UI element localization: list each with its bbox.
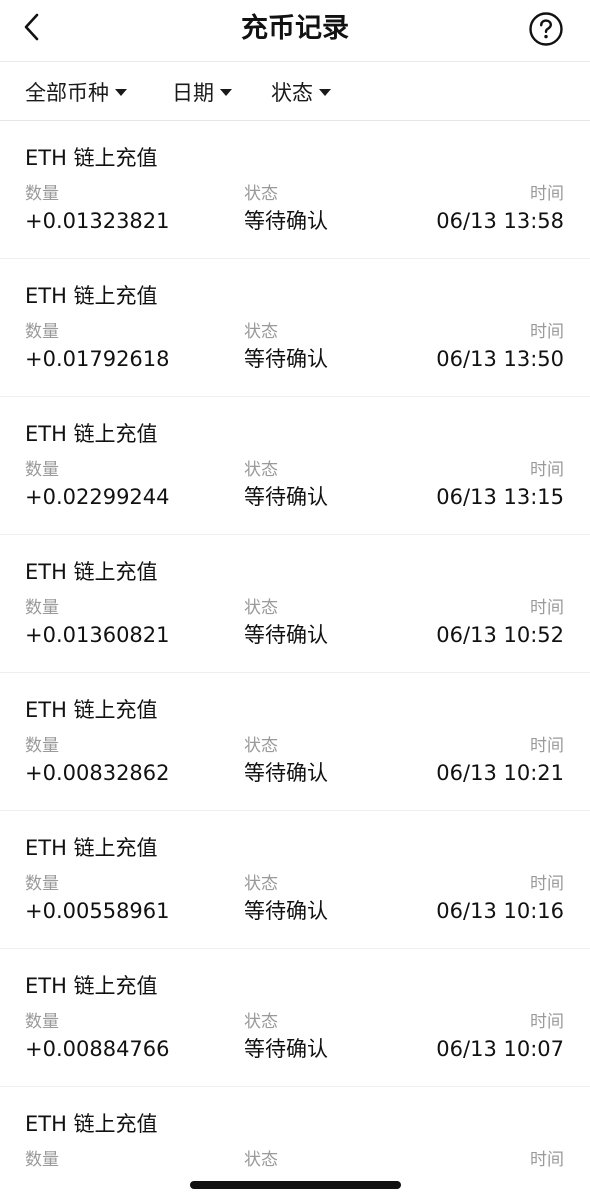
record-item[interactable]: ETH 链上充值 数量 状态 时间 +0.01360821 等待确认 06/13… <box>0 535 590 673</box>
amount-value: +0.00884766 <box>25 1037 170 1061</box>
deposit-history-screen: 充币记录 全部币种 日期 状态 ETH 链上充值 数量 状态 时间 +0.013… <box>0 0 590 1200</box>
amount-label: 数量 <box>25 184 59 204</box>
status-label: 状态 <box>244 1012 278 1032</box>
time-value: 06/13 13:15 <box>436 485 564 509</box>
record-item[interactable]: ETH 链上充值 数量 状态 时间 +0.01792618 等待确认 06/13… <box>0 259 590 397</box>
time-value: 06/13 10:52 <box>436 623 564 647</box>
record-item[interactable]: ETH 链上充值 数量 状态 时间 +0.00884766 等待确认 06/13… <box>0 949 590 1087</box>
amount-value: +0.00832862 <box>25 761 170 785</box>
status-value: 等待确认 <box>244 347 328 371</box>
amount-label: 数量 <box>25 598 59 618</box>
filter-currency[interactable]: 全部币种 <box>25 76 127 108</box>
caret-down-icon <box>319 88 331 96</box>
filter-label: 日期 <box>172 81 214 105</box>
record-item[interactable]: ETH 链上充值 数量 状态 时间 +0.00832862 等待确认 06/13… <box>0 673 590 811</box>
record-item[interactable]: ETH 链上充值 数量 状态 时间 +0.02299244 等待确认 06/13… <box>0 397 590 535</box>
time-label: 时间 <box>530 874 564 894</box>
amount-value: +0.01323821 <box>25 209 170 233</box>
time-label: 时间 <box>530 460 564 480</box>
time-label: 时间 <box>530 184 564 204</box>
time-value: 06/13 13:50 <box>436 347 564 371</box>
time-value: 06/13 10:16 <box>436 899 564 923</box>
status-value: 等待确认 <box>244 485 328 509</box>
record-title: ETH 链上充值 <box>25 284 158 308</box>
time-label: 时间 <box>530 736 564 756</box>
amount-value: +0.01360821 <box>25 623 170 647</box>
status-label: 状态 <box>244 1150 278 1170</box>
filter-status[interactable]: 状态 <box>271 76 331 108</box>
status-label: 状态 <box>244 460 278 480</box>
amount-label: 数量 <box>25 874 59 894</box>
status-value: 等待确认 <box>244 209 328 233</box>
status-label: 状态 <box>244 874 278 894</box>
record-item[interactable]: ETH 链上充值 数量 状态 时间 +0.00558961 等待确认 06/13… <box>0 811 590 949</box>
amount-label: 数量 <box>25 736 59 756</box>
amount-label: 数量 <box>25 1150 59 1170</box>
caret-down-icon <box>220 88 232 96</box>
time-label: 时间 <box>530 598 564 618</box>
amount-value: +0.00558961 <box>25 899 170 923</box>
record-title: ETH 链上充值 <box>25 1112 158 1136</box>
status-value: 等待确认 <box>244 623 328 647</box>
status-label: 状态 <box>244 736 278 756</box>
amount-value: +0.01792618 <box>25 347 170 371</box>
time-value: 06/13 13:58 <box>436 209 564 233</box>
help-button[interactable] <box>526 11 566 51</box>
status-label: 状态 <box>244 598 278 618</box>
caret-down-icon <box>115 88 127 96</box>
question-circle-icon <box>528 11 564 51</box>
filter-label: 状态 <box>271 81 313 105</box>
record-title: ETH 链上充值 <box>25 698 158 722</box>
record-title: ETH 链上充值 <box>25 974 158 998</box>
time-label: 时间 <box>530 1150 564 1170</box>
record-item[interactable]: ETH 链上充值 数量 状态 时间 +0.01323821 等待确认 06/13… <box>0 121 590 259</box>
amount-label: 数量 <box>25 322 59 342</box>
status-label: 状态 <box>244 184 278 204</box>
filter-bar: 全部币种 日期 状态 <box>0 62 590 121</box>
record-title: ETH 链上充值 <box>25 560 158 584</box>
status-value: 等待确认 <box>244 899 328 923</box>
status-label: 状态 <box>244 322 278 342</box>
filter-date[interactable]: 日期 <box>172 76 232 108</box>
record-title: ETH 链上充值 <box>25 146 158 170</box>
record-title: ETH 链上充值 <box>25 422 158 446</box>
filter-label: 全部币种 <box>25 81 109 105</box>
time-label: 时间 <box>530 322 564 342</box>
status-value: 等待确认 <box>244 1037 328 1061</box>
time-value: 06/13 10:07 <box>436 1037 564 1061</box>
record-title: ETH 链上充值 <box>25 836 158 860</box>
status-value: 等待确认 <box>244 761 328 785</box>
amount-value: +0.02299244 <box>25 485 170 509</box>
home-indicator <box>190 1181 401 1189</box>
time-label: 时间 <box>530 1012 564 1032</box>
amount-label: 数量 <box>25 460 59 480</box>
nav-bar: 充币记录 <box>0 0 590 62</box>
page-title: 充币记录 <box>241 13 349 44</box>
amount-label: 数量 <box>25 1012 59 1032</box>
time-value: 06/13 10:21 <box>436 761 564 785</box>
